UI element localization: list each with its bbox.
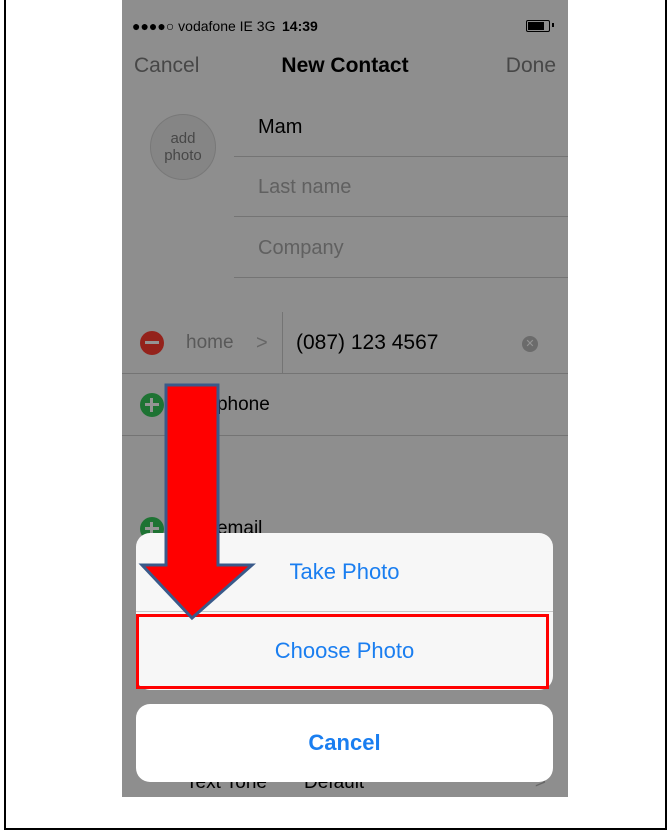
action-sheet-cancel-button[interactable]: Cancel <box>136 704 553 782</box>
down-arrow-icon <box>138 383 256 621</box>
choose-photo-button[interactable]: Choose Photo <box>136 612 553 690</box>
